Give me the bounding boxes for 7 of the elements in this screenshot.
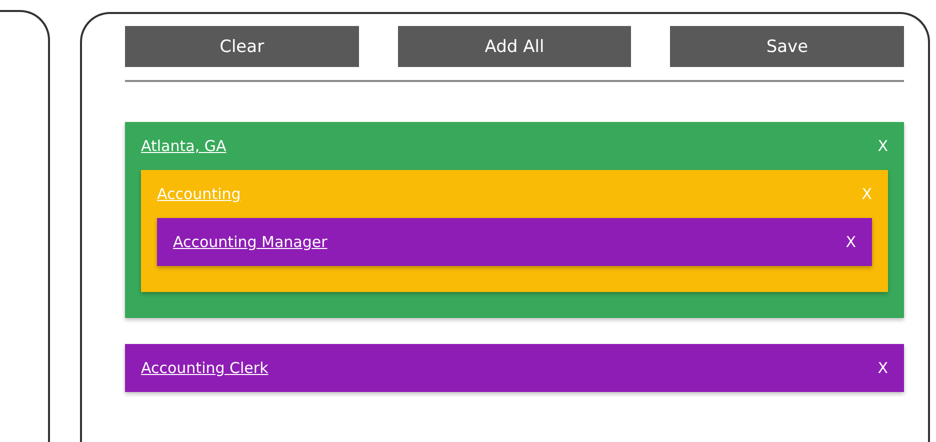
action-button[interactable]: Save (670, 26, 904, 67)
tag-link[interactable]: Accounting Manager (173, 233, 328, 251)
remove-button[interactable]: X (846, 233, 856, 251)
action-button[interactable]: Clear (125, 26, 359, 67)
remove-button[interactable]: X (878, 359, 888, 377)
action-button[interactable]: Add All (398, 26, 632, 67)
tag-link[interactable]: Accounting Clerk (141, 359, 268, 377)
